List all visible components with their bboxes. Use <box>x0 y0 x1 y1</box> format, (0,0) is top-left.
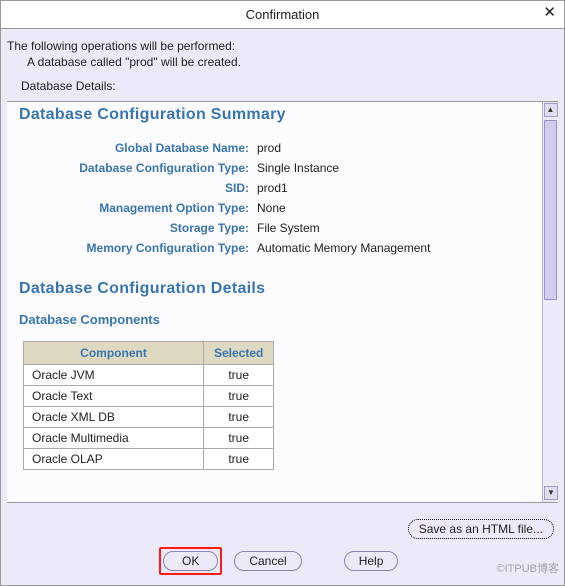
summary-table: Global Database Name:prod Database Confi… <box>23 138 434 258</box>
summary-value: None <box>253 198 434 218</box>
component-selected: true <box>204 365 274 386</box>
details-content: Database Configuration Summary Global Da… <box>7 102 542 502</box>
save-html-button[interactable]: Save as an HTML file... <box>408 519 554 539</box>
confirmation-dialog: Confirmation ✕ The following operations … <box>0 0 565 586</box>
database-details-caption: Database Details: <box>7 71 558 95</box>
button-row: OK Cancel Help <box>159 547 398 575</box>
help-button[interactable]: Help <box>344 551 399 571</box>
table-row: Oracle JVMtrue <box>24 365 274 386</box>
intro-line-1: The following operations will be perform… <box>7 39 558 53</box>
summary-label: Management Option Type: <box>23 198 253 218</box>
summary-value: File System <box>253 218 434 238</box>
summary-value: Single Instance <box>253 158 434 178</box>
table-row: Oracle XML DBtrue <box>24 407 274 428</box>
component-selected: true <box>204 428 274 449</box>
table-row: Oracle OLAPtrue <box>24 449 274 470</box>
close-icon[interactable]: ✕ <box>543 5 556 20</box>
scroll-thumb[interactable] <box>544 120 557 300</box>
intro-text: The following operations will be perform… <box>1 29 564 101</box>
summary-value: prod1 <box>253 178 434 198</box>
details-heading: Database Configuration Details <box>19 280 530 298</box>
summary-label: Storage Type: <box>23 218 253 238</box>
cancel-button[interactable]: Cancel <box>234 551 301 571</box>
details-scroll-pane: Database Configuration Summary Global Da… <box>7 101 558 503</box>
table-row: Oracle Multimediatrue <box>24 428 274 449</box>
scroll-up-icon[interactable]: ▲ <box>544 103 558 117</box>
components-heading: Database Components <box>19 312 530 327</box>
component-name: Oracle XML DB <box>24 407 204 428</box>
components-table: Component Selected Oracle JVMtrue Oracle… <box>23 341 274 470</box>
intro-line-2: A database called "prod" will be created… <box>7 55 558 69</box>
scroll-down-icon[interactable]: ▼ <box>544 486 558 500</box>
table-row: Oracle Texttrue <box>24 386 274 407</box>
watermark: ©ITPUB博客 <box>497 560 560 576</box>
summary-label: Global Database Name: <box>23 138 253 158</box>
summary-label: SID: <box>23 178 253 198</box>
col-component: Component <box>24 342 204 365</box>
component-name: Oracle Text <box>24 386 204 407</box>
ok-button[interactable]: OK <box>163 551 218 571</box>
ok-highlight-box: OK <box>159 547 222 575</box>
col-selected: Selected <box>204 342 274 365</box>
component-selected: true <box>204 449 274 470</box>
dialog-title: Confirmation <box>246 7 320 22</box>
component-name: Oracle JVM <box>24 365 204 386</box>
dialog-footer: Save as an HTML file... OK Cancel Help <box>1 503 564 585</box>
component-name: Oracle OLAP <box>24 449 204 470</box>
component-name: Oracle Multimedia <box>24 428 204 449</box>
summary-value: prod <box>253 138 434 158</box>
summary-label: Database Configuration Type: <box>23 158 253 178</box>
titlebar: Confirmation ✕ <box>1 1 564 29</box>
vertical-scrollbar[interactable]: ▲ ▼ <box>542 102 558 502</box>
summary-label: Memory Configuration Type: <box>23 238 253 258</box>
component-selected: true <box>204 407 274 428</box>
component-selected: true <box>204 386 274 407</box>
summary-value: Automatic Memory Management <box>253 238 434 258</box>
summary-heading: Database Configuration Summary <box>19 106 530 124</box>
